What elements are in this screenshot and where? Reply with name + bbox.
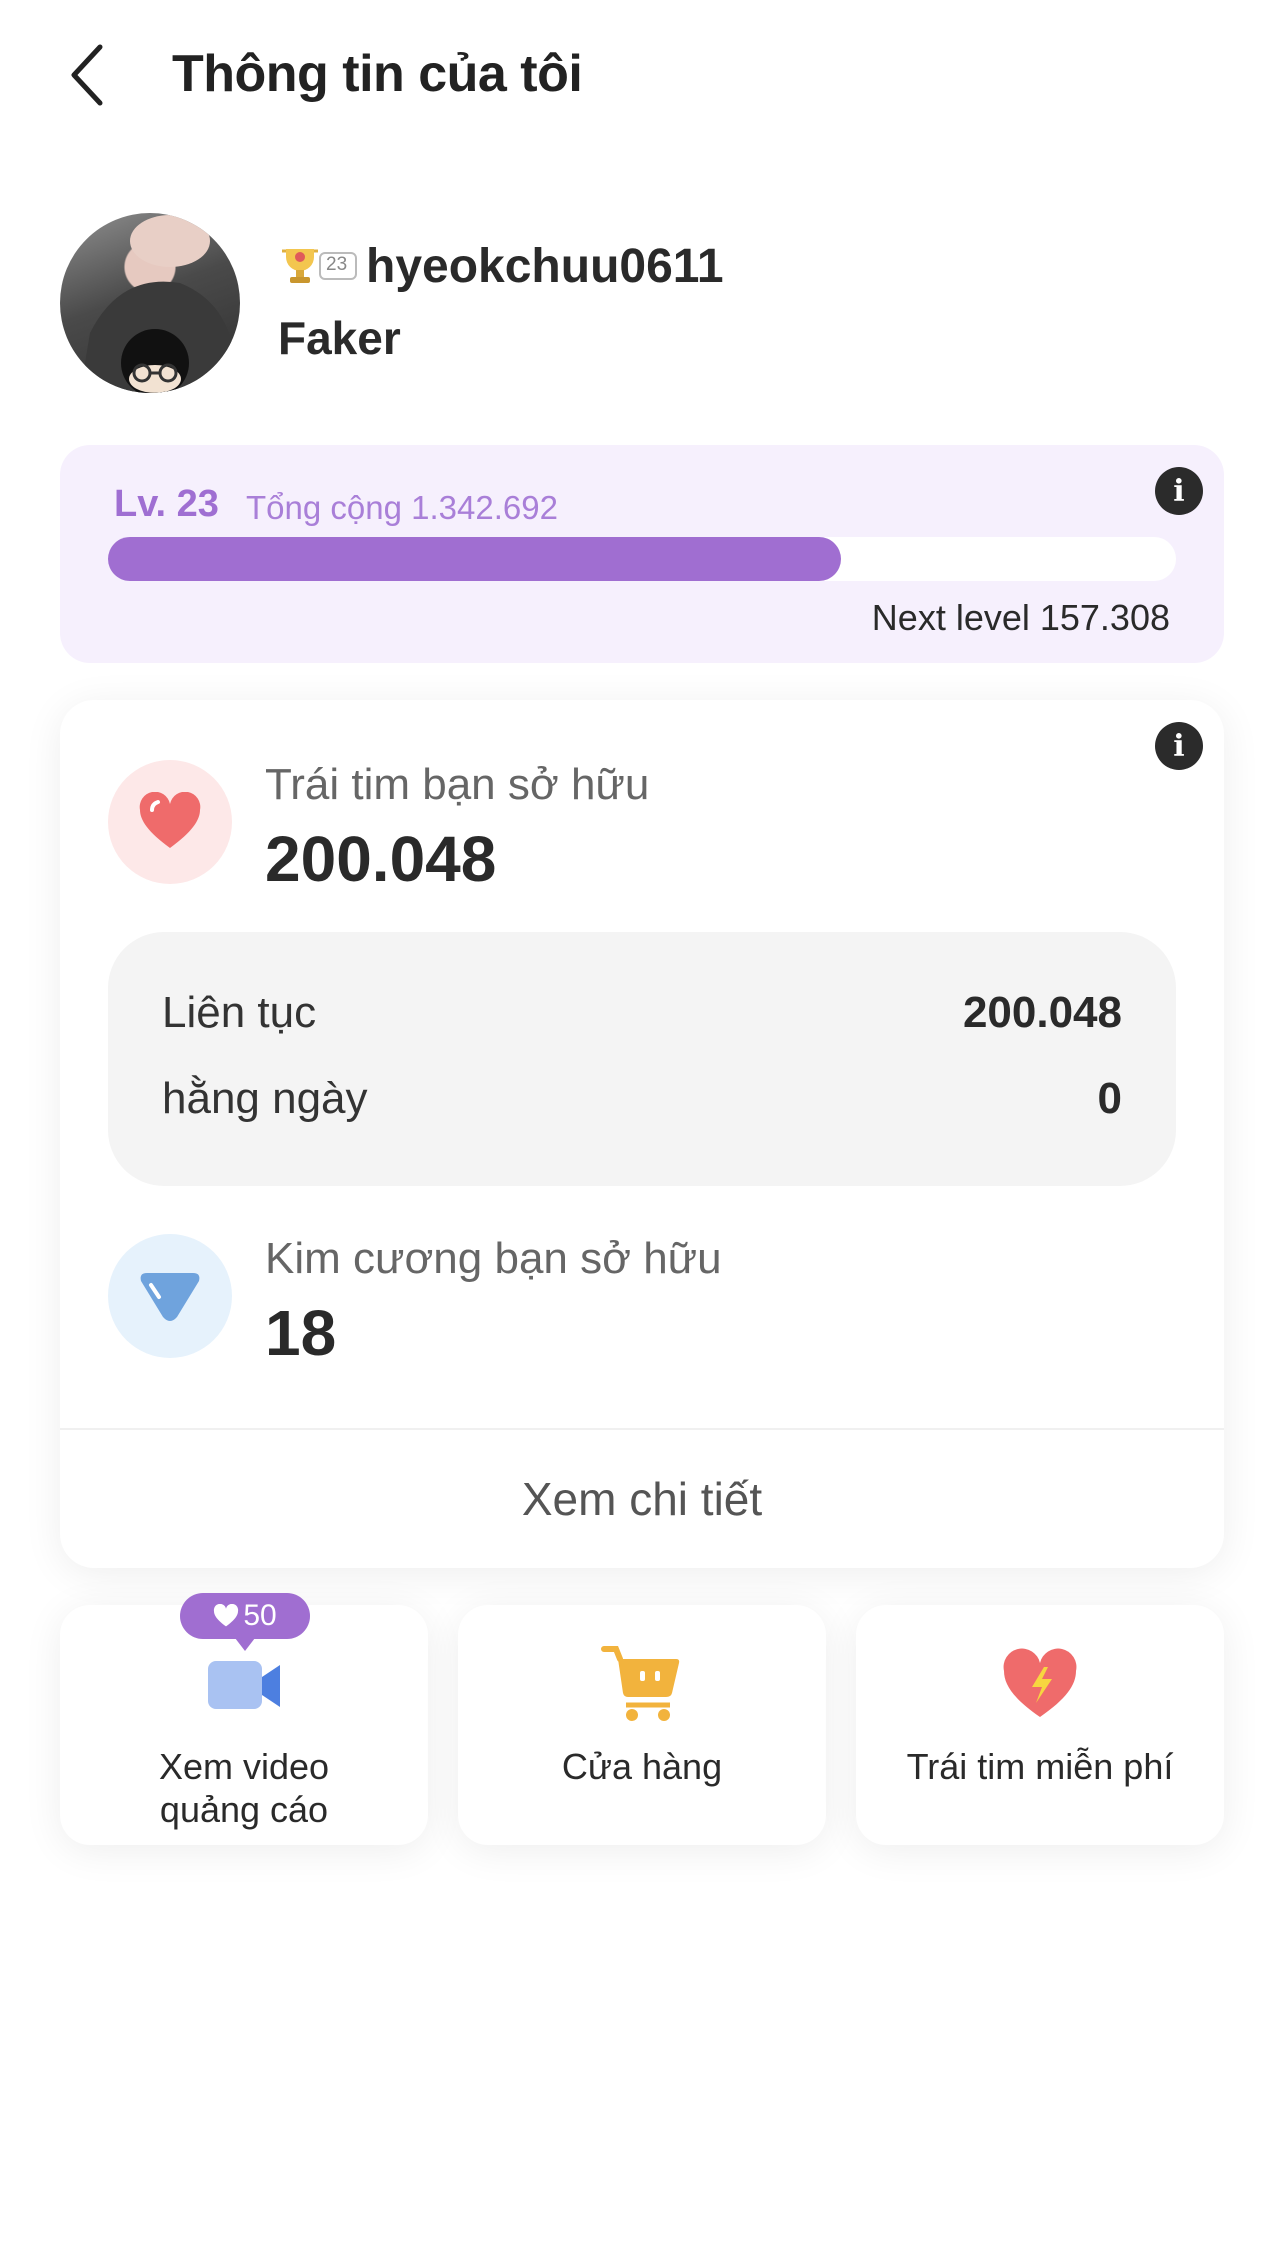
hearts-breakdown: Liên tục 200.048 hằng ngày 0: [108, 932, 1176, 1186]
heart-icon: [139, 792, 201, 848]
diamonds-value: 18: [265, 1297, 337, 1369]
badge-level-number: 23: [326, 254, 348, 275]
info-icon[interactable]: i: [1155, 722, 1203, 770]
diamonds-label: Kim cương bạn sở hữu: [265, 1234, 722, 1283]
shop-button[interactable]: Cửa hàng: [458, 1605, 826, 1845]
heart-icon: [214, 1604, 239, 1627]
next-level-label: Next level 157.308: [871, 597, 1170, 638]
watch-ad-video-button[interactable]: 50 Xem video quảng cáo: [60, 1593, 428, 1845]
level-progress-fill: [108, 537, 841, 581]
free-hearts-label: Trái tim miễn phí: [906, 1746, 1174, 1787]
heart-lightning-icon: [1003, 1648, 1077, 1717]
hearts-label: Trái tim bạn sở hữu: [265, 760, 650, 809]
info-icon[interactable]: i: [1155, 467, 1203, 515]
watch-ad-label-line2: quảng cáo: [159, 1789, 329, 1830]
breakdown-value-daily: 0: [1097, 1074, 1122, 1123]
level-progress-bar: [108, 537, 1176, 581]
reward-bubble: 50: [180, 1593, 310, 1651]
chevron-left-icon: [71, 44, 103, 106]
wallet-card: i Trái tim bạn sở hữu 200.048 Liên tục 2…: [60, 700, 1224, 1568]
watch-ad-label-line1: Xem video: [158, 1746, 330, 1787]
breakdown-label-continuous: Liên tục: [162, 988, 317, 1037]
video-camera-icon: [208, 1661, 280, 1709]
hearts-value: 200.048: [265, 823, 497, 895]
shop-label: Cửa hàng: [561, 1746, 723, 1787]
profile-section: 23 hyeokchuu0611 Faker: [60, 213, 1220, 395]
header: Thông tin của tôi: [0, 0, 1284, 150]
free-hearts-button[interactable]: Trái tim miễn phí: [856, 1605, 1224, 1845]
breakdown-value-continuous: 200.048: [962, 988, 1122, 1037]
page-title: Thông tin của tôi: [172, 45, 583, 103]
username: hyeokchuu0611: [366, 240, 724, 293]
avatar[interactable]: [60, 213, 240, 393]
heart-badge: [108, 760, 232, 884]
diamond-icon: [140, 1273, 200, 1321]
total-points: Tổng cộng 1.342.692: [246, 489, 558, 526]
breakdown-label-daily: hằng ngày: [162, 1074, 368, 1123]
shopping-cart-icon: [601, 1646, 680, 1721]
level-label: Lv. 23: [114, 483, 219, 525]
nickname: Faker: [278, 312, 401, 364]
level-card: Lv. 23 Tổng cộng 1.342.692 i Next level …: [60, 445, 1224, 663]
diamond-badge: [108, 1234, 232, 1358]
reward-amount: 50: [243, 1599, 277, 1632]
back-button[interactable]: [56, 40, 116, 110]
avatar-image: [80, 215, 235, 393]
view-details-button[interactable]: Xem chi tiết: [60, 1430, 1224, 1568]
